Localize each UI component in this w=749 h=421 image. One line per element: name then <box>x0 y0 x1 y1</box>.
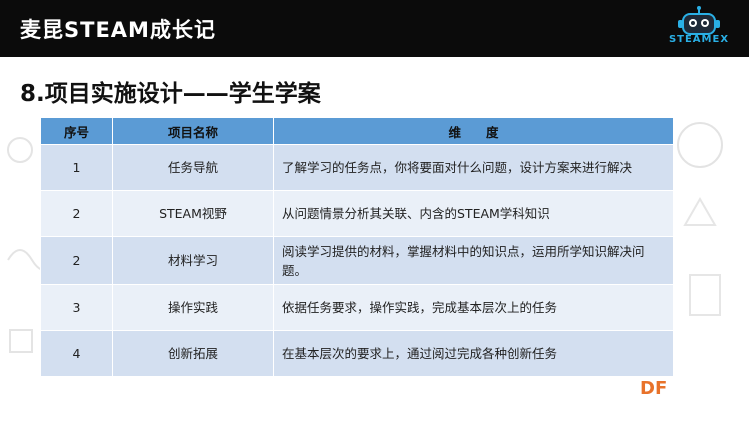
column-header: 序号 <box>40 117 113 145</box>
table-header-row: 序号 项目名称 维 度 <box>40 117 674 145</box>
item-description: 在基本层次的要求上，通过阅过完成各种创新任务 <box>273 330 674 377</box>
row-number: 2 <box>40 190 113 237</box>
row-number: 4 <box>40 330 113 377</box>
column-header: 维 度 <box>273 117 674 145</box>
row-number: 3 <box>40 284 113 331</box>
item-name: 材料学习 <box>112 236 274 285</box>
page-title: 8.项目实施设计——学生学案 <box>20 81 321 107</box>
table-row: 1 任务导航 了解学习的任务点，你将要面对什么问题，设计方案来进行解决 <box>40 144 674 191</box>
item-name: STEAM视野 <box>112 190 274 237</box>
background-left-decoration <box>2 110 57 404</box>
item-description: 阅读学习提供的材料，掌握材料中的知识点，运用所学知识解决问题。 <box>273 236 674 285</box>
robot-head-icon <box>678 6 720 35</box>
item-description: 了解学习的任务点，你将要面对什么问题，设计方案来进行解决 <box>273 144 674 191</box>
row-number: 1 <box>40 144 113 191</box>
df-watermark-logo: DF <box>640 378 668 399</box>
item-description: 依据任务要求，操作实践，完成基本层次上的任务 <box>273 284 674 331</box>
column-header: 项目名称 <box>112 117 274 145</box>
item-name: 任务导航 <box>112 144 274 191</box>
item-name: 创新拓展 <box>112 330 274 377</box>
row-number: 2 <box>40 236 113 285</box>
logo-text: STEAMEX <box>668 34 730 45</box>
table-row: 2 材料学习 阅读学习提供的材料，掌握材料中的知识点，运用所学知识解决问题。 <box>40 236 674 285</box>
student-plan-table: 序号 项目名称 维 度 1 任务导航 了解学习的任务点，你将要面对什么问题，设计… <box>40 117 674 377</box>
header-title: 麦昆STEAM成长记 <box>20 18 216 42</box>
table-row: 2 STEAM视野 从问题情景分析其关联、内含的STEAM学科知识 <box>40 190 674 237</box>
item-description: 从问题情景分析其关联、内含的STEAM学科知识 <box>273 190 674 237</box>
table-row: 3 操作实践 依据任务要求，操作实践，完成基本层次上的任务 <box>40 284 674 331</box>
item-name: 操作实践 <box>112 284 274 331</box>
top-bar: 麦昆STEAM成长记 STEAMEX <box>0 0 749 57</box>
robot-logo: STEAMEX <box>656 6 742 50</box>
table-row: 4 创新拓展 在基本层次的要求上，通过阅过完成各种创新任务 <box>40 330 674 377</box>
